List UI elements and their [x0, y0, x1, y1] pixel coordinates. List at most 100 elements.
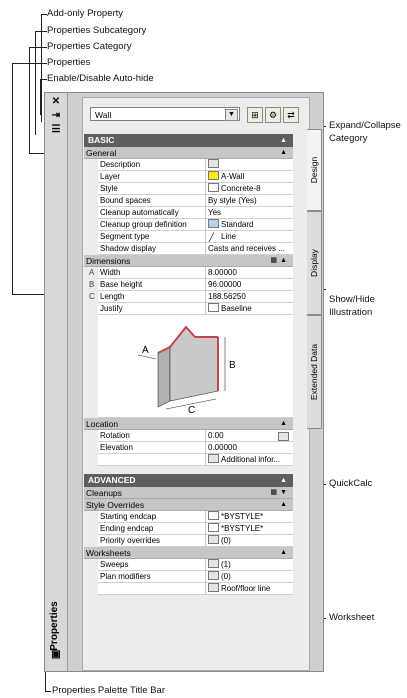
subcategory-dimensions[interactable]: Dimensions ▦ ▲ — [84, 255, 293, 267]
property-value[interactable]: Concrete-8 — [205, 183, 293, 195]
callout-show-hide-1: Show/Hide — [329, 294, 375, 305]
collapse-arrow-icon[interactable]: ▲ — [280, 255, 287, 267]
property-name: Cleanup group definition — [100, 220, 187, 229]
subcategory-general[interactable]: General ▲ — [84, 147, 293, 159]
value-text: 0.00 — [208, 431, 224, 440]
show-hide-illustration-icon[interactable]: ▦ — [270, 255, 277, 267]
dimension-letter: A — [89, 268, 95, 277]
quickcalc-icon[interactable] — [278, 432, 289, 441]
callout-properties: Properties — [47, 57, 91, 68]
tab-display[interactable]: Display — [307, 211, 322, 315]
property-value[interactable]: (1) — [205, 559, 293, 571]
table-row[interactable]: Bound spaces By style (Yes) — [98, 195, 293, 207]
property-value[interactable]: *BYSTYLE* — [205, 511, 293, 523]
property-value[interactable]: Additional infor... — [205, 454, 293, 466]
table-row[interactable]: Width 8.00000 — [98, 267, 293, 279]
expand-arrow-icon[interactable]: ▼ — [280, 487, 287, 499]
property-value[interactable]: By style (Yes) — [205, 195, 293, 207]
subcategory-label: Style Overrides — [86, 500, 145, 510]
table-row[interactable]: Justify Baseline — [98, 303, 293, 315]
toggle-pickadd-button[interactable]: ⇄ — [283, 107, 299, 123]
leader-line — [45, 691, 51, 692]
table-row[interactable]: Rotation 0.00 — [98, 430, 293, 442]
property-value[interactable]: 188.56250 — [205, 291, 293, 303]
wall-illustration: A B C — [98, 315, 293, 418]
table-row[interactable]: Style Concrete-8 — [98, 183, 293, 195]
property-value[interactable]: *BYSTYLE* — [205, 523, 293, 535]
table-row[interactable]: Plan modifiers (0) — [98, 571, 293, 583]
property-value[interactable]: Standard — [205, 219, 293, 231]
select-objects-button[interactable]: ⊞ — [247, 107, 263, 123]
subcategory-worksheets[interactable]: Worksheets ▲ — [84, 547, 293, 559]
tab-design[interactable]: Design — [307, 129, 322, 211]
table-row[interactable]: Priority overrides (0) — [98, 535, 293, 547]
property-value[interactable]: Casts and receives ... — [205, 243, 293, 255]
description-icon[interactable] — [208, 159, 219, 168]
callout-properties-subcategory: Properties Subcategory — [47, 25, 147, 36]
tab-extended-data[interactable]: Extended Data — [307, 315, 322, 429]
table-row[interactable]: Shadow display Casts and receives ... — [98, 243, 293, 255]
collapse-arrow-icon[interactable]: ▲ — [280, 134, 287, 147]
property-value[interactable]: Baseline — [205, 303, 293, 315]
table-row[interactable]: Sweeps (1) — [98, 559, 293, 571]
table-row[interactable]: Base height 96.00000 — [98, 279, 293, 291]
leader-line — [12, 63, 47, 64]
worksheet-icon[interactable] — [208, 571, 219, 580]
collapse-arrow-icon[interactable]: ▲ — [280, 474, 287, 487]
close-icon[interactable]: ✕ — [50, 97, 62, 107]
table-row[interactable]: Length 188.56250 — [98, 291, 293, 303]
subcategory-location[interactable]: Location ▲ — [84, 418, 293, 430]
value-text: Baseline — [221, 304, 252, 313]
property-name: Style — [100, 184, 118, 193]
subcategory-label: Dimensions — [86, 256, 131, 266]
property-name: Elevation — [100, 443, 133, 452]
worksheet-icon[interactable] — [208, 583, 219, 592]
table-row[interactable]: Additional infor... — [98, 454, 293, 466]
subcategory-style-overrides[interactable]: Style Overrides ▲ — [84, 499, 293, 511]
property-value[interactable]: 96.00000 — [205, 279, 293, 291]
property-value[interactable]: ╱ Line — [205, 231, 293, 243]
property-name: Starting endcap — [100, 512, 157, 521]
property-value[interactable]: 0.00 — [205, 430, 293, 442]
auto-hide-icon[interactable]: ⇥ — [50, 111, 62, 121]
property-value[interactable]: (0) — [205, 571, 293, 583]
property-value[interactable]: (0) — [205, 535, 293, 547]
collapse-arrow-icon[interactable]: ▲ — [280, 418, 287, 430]
collapse-arrow-icon[interactable]: ▲ — [280, 499, 287, 511]
property-value[interactable] — [205, 159, 293, 171]
collapse-arrow-icon[interactable]: ▲ — [280, 547, 287, 559]
show-hide-illustration-icon[interactable]: ▦ — [270, 487, 277, 499]
callout-auto-hide: Enable/Disable Auto-hide — [47, 73, 154, 84]
property-value[interactable]: 0.00000 — [205, 442, 293, 454]
worksheet-icon[interactable] — [208, 559, 219, 568]
category-basic[interactable]: BASIC ▲ — [84, 134, 293, 147]
quick-select-button[interactable]: ⚙ — [265, 107, 281, 123]
callout-show-hide-2: Illustration — [329, 307, 373, 318]
object-type-combo[interactable]: Wall ▼ — [90, 107, 240, 121]
table-row[interactable]: Starting endcap *BYSTYLE* — [98, 511, 293, 523]
property-value[interactable]: Yes — [205, 207, 293, 219]
table-row[interactable]: Layer A-Wall — [98, 171, 293, 183]
table-row[interactable]: Description — [98, 159, 293, 171]
subcategory-label: Worksheets — [86, 548, 131, 558]
properties-icon[interactable]: ☰ — [50, 125, 62, 135]
value-text: (1) — [221, 560, 231, 569]
collapse-arrow-icon[interactable]: ▲ — [280, 147, 287, 159]
subcategory-cleanups[interactable]: Cleanups ▦ ▼ — [84, 487, 293, 499]
table-row[interactable]: Elevation 0.00000 — [98, 442, 293, 454]
style-icon — [208, 183, 219, 192]
chevron-down-icon[interactable]: ▼ — [225, 109, 238, 121]
additional-info-icon[interactable] — [208, 454, 219, 463]
palette-title-bar[interactable]: ✕ ⇥ ☰ Properties ▣ — [45, 93, 68, 671]
property-value[interactable]: Roof/floor line — [205, 583, 293, 595]
property-value[interactable]: 8.00000 — [205, 267, 293, 279]
table-row[interactable]: Ending endcap *BYSTYLE* — [98, 523, 293, 535]
worksheet-icon[interactable] — [208, 535, 219, 544]
table-row[interactable]: Cleanup automatically Yes — [98, 207, 293, 219]
callout-worksheet: Worksheet — [329, 612, 375, 623]
category-advanced[interactable]: ADVANCED ▲ — [84, 474, 293, 487]
table-row[interactable]: Segment type ╱ Line — [98, 231, 293, 243]
table-row[interactable]: Cleanup group definition Standard — [98, 219, 293, 231]
property-value[interactable]: A-Wall — [205, 171, 293, 183]
table-row[interactable]: Roof/floor line — [98, 583, 293, 595]
